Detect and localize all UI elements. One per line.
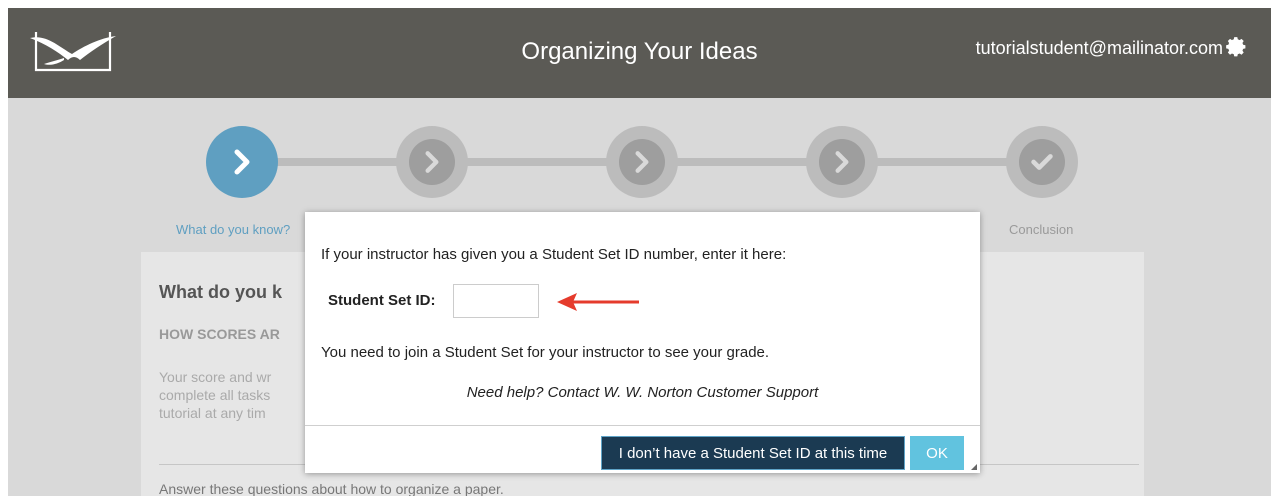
no-student-set-id-button[interactable]: I don’t have a Student Set ID at this ti… (601, 436, 905, 470)
resize-handle[interactable] (971, 464, 977, 470)
window-frame-right (1271, 0, 1279, 496)
step-5[interactable] (1006, 126, 1078, 198)
modal-note: You need to join a Student Set for your … (321, 344, 770, 361)
gear-icon[interactable] (1225, 36, 1249, 60)
student-set-id-input[interactable] (453, 284, 539, 318)
chevron-right-icon (835, 151, 849, 173)
card-heading: What do you k (159, 282, 282, 302)
chevron-right-icon (635, 151, 649, 173)
modal-footer: I don’t have a Student Set ID at this ti… (305, 425, 980, 473)
window-frame-top (0, 0, 1279, 8)
step-3[interactable] (606, 126, 678, 198)
step-1[interactable] (206, 126, 278, 198)
user-email[interactable]: tutorialstudent@mailinator.com (976, 38, 1223, 59)
customer-support-help[interactable]: Need help? Contact W. W. Norton Customer… (305, 384, 980, 401)
student-set-id-label: Student Set ID: (328, 292, 436, 309)
step-1-label[interactable]: What do you know? (176, 222, 290, 237)
chevron-right-icon (425, 151, 439, 173)
step-5-label[interactable]: Conclusion (1009, 222, 1073, 237)
step-2[interactable] (396, 126, 468, 198)
step-2-inner (409, 139, 455, 185)
modal-prompt: If your instructor has given you a Stude… (321, 246, 787, 263)
chevron-right-icon (234, 149, 250, 175)
card-subheading: HOW SCORES AR (159, 326, 280, 342)
step-4-inner (819, 139, 865, 185)
window-frame-left (0, 0, 8, 496)
ok-button[interactable]: OK (910, 436, 964, 470)
step-4[interactable] (806, 126, 878, 198)
step-5-inner (1019, 139, 1065, 185)
card-body: Your score and wr complete all tasks tut… (159, 369, 272, 421)
step-3-inner (619, 139, 665, 185)
arrow-left-icon (557, 293, 639, 311)
card-footer-text: Answer these questions about how to orga… (159, 481, 504, 496)
app-header: Organizing Your Ideas tutorialstudent@ma… (8, 8, 1271, 98)
student-set-modal: If your instructor has given you a Stude… (305, 212, 980, 473)
check-icon (1031, 154, 1053, 170)
